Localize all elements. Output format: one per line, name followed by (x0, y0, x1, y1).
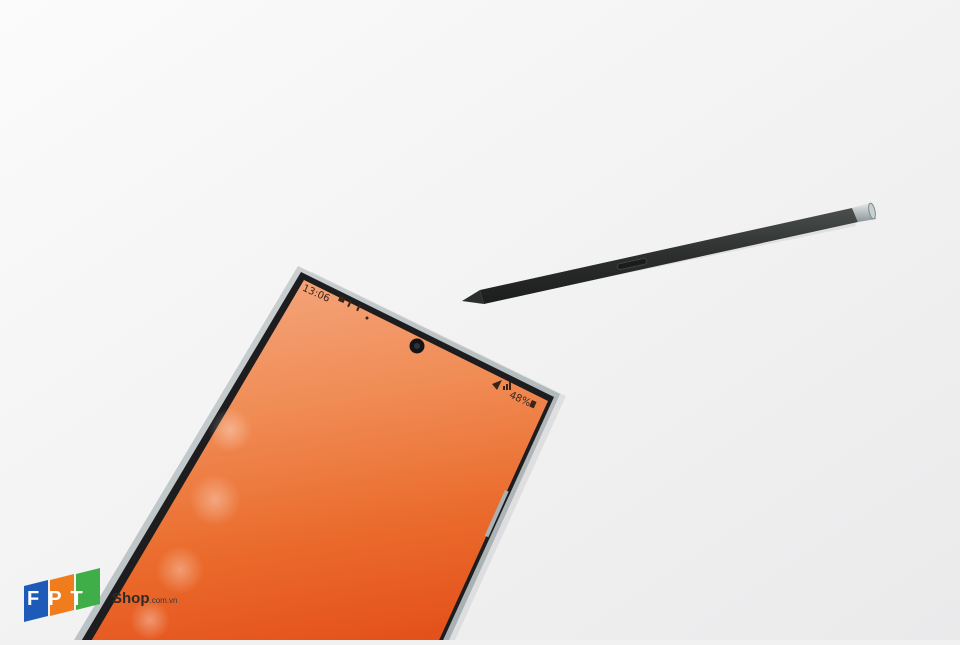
signal-icon (509, 382, 511, 390)
camera-lens (414, 343, 420, 349)
photo-scene: FPT Shop.com.vn 13:06 48% (0, 0, 960, 645)
shop-label: Shop (112, 590, 150, 607)
dot-icon (365, 316, 369, 320)
screen-reflection (208, 408, 252, 452)
signal-icon (506, 384, 508, 390)
fpt-brand-text: FPT (27, 588, 92, 610)
watermark: FPT Shop.com.vn (22, 580, 242, 624)
shop-text: Shop.com.vn (112, 590, 178, 607)
photo-canvas (0, 0, 960, 645)
screen-reflection (189, 474, 241, 526)
shop-domain: .com.vn (149, 596, 178, 605)
signal-icon (503, 386, 505, 390)
